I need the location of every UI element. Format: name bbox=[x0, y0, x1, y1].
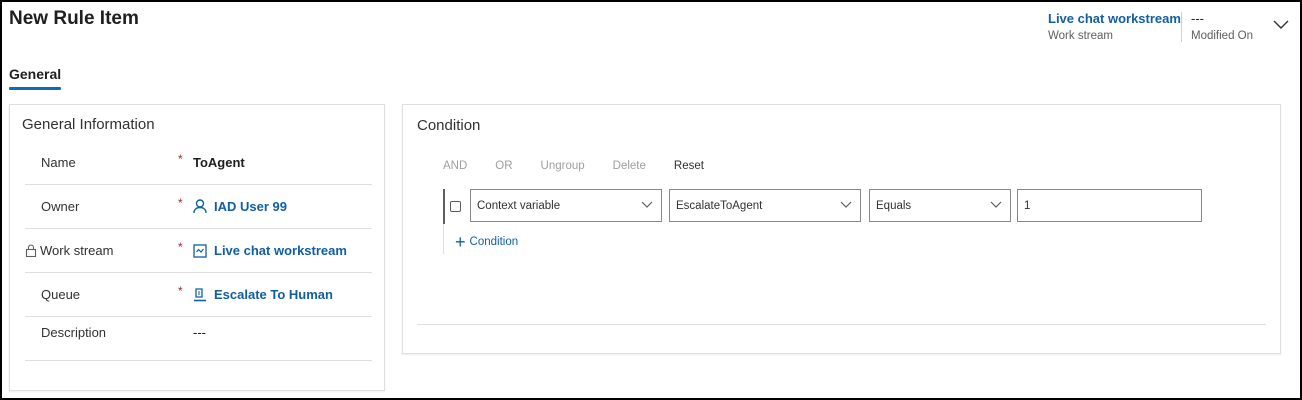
delete-button[interactable]: Delete bbox=[613, 160, 646, 172]
condition-operator-value: Equals bbox=[876, 199, 912, 212]
condition-type-value: Context variable bbox=[477, 199, 561, 212]
person-icon bbox=[193, 199, 207, 214]
header-modified-value: --- bbox=[1191, 11, 1204, 26]
chevron-down-icon bbox=[990, 201, 1002, 208]
work-stream-value: Live chat workstream bbox=[214, 243, 347, 258]
header-separator bbox=[1181, 12, 1182, 42]
name-field[interactable]: ToAgent bbox=[193, 155, 245, 170]
workstream-icon bbox=[193, 243, 207, 258]
chevron-down-icon bbox=[641, 201, 653, 208]
condition-group-bar bbox=[443, 189, 445, 224]
required-asterisk: * bbox=[178, 152, 183, 166]
work-stream-lookup[interactable]: Live chat workstream bbox=[193, 243, 347, 258]
reset-button[interactable]: Reset bbox=[674, 160, 704, 172]
or-button[interactable]: OR bbox=[495, 160, 512, 172]
header-work-stream: Live chat workstream Work stream bbox=[1048, 11, 1181, 42]
add-condition-label: Condition bbox=[469, 236, 519, 248]
chevron-down-icon[interactable] bbox=[1272, 18, 1290, 32]
add-condition-button[interactable]: + Condition bbox=[455, 233, 518, 251]
tab-general[interactable]: General bbox=[9, 66, 62, 90]
field-label: Description bbox=[41, 325, 107, 340]
header-modified-on: --- Modified On bbox=[1191, 11, 1253, 42]
field-row-description: Description --- bbox=[25, 317, 372, 361]
condition-variable-value: EscalateToAgent bbox=[676, 199, 763, 212]
ungroup-button[interactable]: Ungroup bbox=[541, 160, 585, 172]
lock-icon bbox=[25, 244, 37, 257]
condition-operator-select[interactable]: Equals bbox=[869, 189, 1011, 222]
owner-lookup[interactable]: IAD User 99 bbox=[193, 199, 287, 214]
condition-variable-select[interactable]: EscalateToAgent bbox=[669, 189, 861, 222]
chevron-down-icon bbox=[840, 201, 852, 208]
owner-value: IAD User 99 bbox=[214, 199, 287, 214]
queue-lookup[interactable]: Escalate To Human bbox=[193, 287, 333, 302]
field-label-text: Work stream bbox=[40, 243, 114, 258]
field-row-work-stream: Work stream * Live chat workstream bbox=[25, 229, 372, 273]
field-label: Queue bbox=[41, 287, 81, 302]
condition-row-checkbox[interactable] bbox=[450, 201, 461, 212]
queue-value: Escalate To Human bbox=[214, 287, 333, 302]
condition-toolbar: AND OR Ungroup Delete Reset bbox=[443, 160, 732, 172]
general-information-section: General Information Name * ToAgent Owner… bbox=[9, 104, 385, 391]
header-work-stream-link[interactable]: Live chat workstream bbox=[1048, 11, 1181, 27]
field-row-name: Name * ToAgent bbox=[25, 141, 372, 185]
queue-icon bbox=[193, 287, 207, 302]
header-modified-label: Modified On bbox=[1191, 30, 1254, 42]
field-row-queue: Queue * Escalate To Human bbox=[25, 273, 372, 317]
condition-value-input[interactable]: 1 bbox=[1017, 189, 1202, 222]
required-asterisk: * bbox=[178, 196, 183, 210]
description-field[interactable]: --- bbox=[193, 325, 206, 340]
condition-group-line bbox=[443, 224, 444, 254]
form-window: New Rule Item Live chat workstream Work … bbox=[0, 0, 1302, 400]
section-title: General Information bbox=[22, 116, 155, 133]
page-title: New Rule Item bbox=[9, 8, 139, 29]
condition-section: Condition AND OR Ungroup Delete Reset Co… bbox=[402, 104, 1281, 354]
and-button[interactable]: AND bbox=[443, 160, 467, 172]
header-work-stream-label: Work stream bbox=[1048, 30, 1113, 42]
field-label: Work stream bbox=[25, 243, 114, 258]
field-label: Name bbox=[41, 155, 76, 170]
required-asterisk: * bbox=[178, 284, 183, 298]
condition-type-select[interactable]: Context variable bbox=[470, 189, 662, 222]
divider bbox=[417, 324, 1266, 325]
required-asterisk: * bbox=[178, 240, 183, 254]
section-title: Condition bbox=[417, 117, 481, 134]
field-label: Owner bbox=[41, 199, 80, 214]
field-row-owner: Owner * IAD User 99 bbox=[25, 185, 372, 229]
plus-icon: + bbox=[455, 232, 466, 252]
